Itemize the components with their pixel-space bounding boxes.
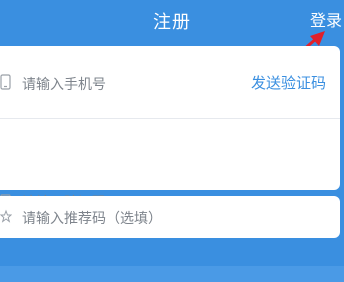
code-row: 请输入验证码 (0, 118, 340, 211)
referral-row: 请输入推荐码（选填） (0, 196, 340, 238)
star-icon (0, 209, 12, 223)
bottom-strip (0, 266, 344, 282)
phone-input[interactable]: 请输入手机号 (22, 74, 106, 94)
send-code-button[interactable]: 发送验证码 (251, 72, 326, 93)
register-form: 请输入手机号 发送验证码 请输入验证码 (0, 46, 340, 211)
referral-input[interactable]: 请输入推荐码（选填） (22, 208, 162, 228)
referral-card: 请输入推荐码（选填） (0, 196, 340, 238)
phone-row: 请输入手机号 发送验证码 (0, 46, 340, 118)
phone-icon (0, 74, 11, 90)
